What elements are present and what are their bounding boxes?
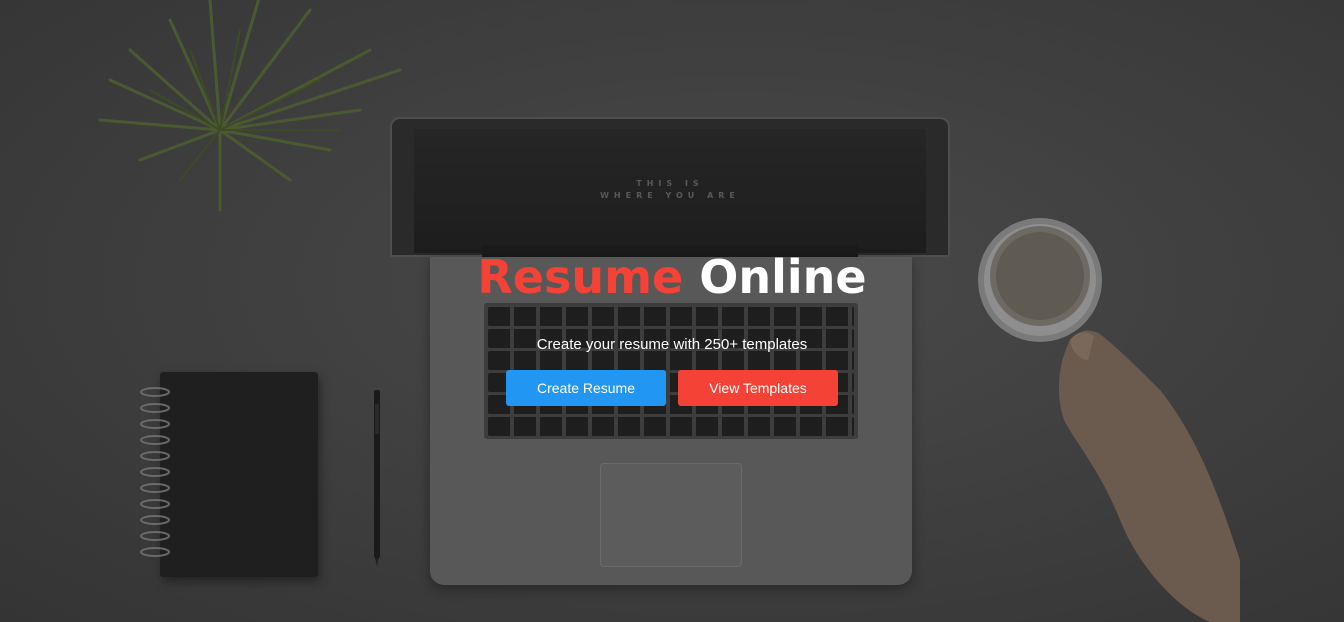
create-resume-button[interactable]: Create Resume bbox=[506, 370, 666, 406]
plant-illustration bbox=[98, 0, 402, 212]
view-templates-button[interactable]: View Templates bbox=[678, 370, 838, 406]
keyboard-row bbox=[488, 417, 854, 436]
title-accent-word: Resume bbox=[477, 250, 684, 304]
hero-section: THIS IS WHERE YOU ARE Resume Online Crea… bbox=[0, 0, 1344, 622]
notebook-rings-illustration bbox=[140, 387, 170, 557]
screen-line-1: THIS IS bbox=[636, 179, 704, 188]
hero-buttons: Create Resume View Templates bbox=[0, 370, 1344, 406]
screen-line-2: WHERE YOU ARE bbox=[600, 191, 740, 200]
page-title: Resume Online bbox=[0, 248, 1344, 306]
laptop-lid: THIS IS WHERE YOU ARE bbox=[390, 117, 950, 257]
hero-content: Resume Online Create your resume with 25… bbox=[0, 248, 1344, 406]
hero-subtitle: Create your resume with 250+ templates bbox=[536, 336, 808, 353]
laptop-screen: THIS IS WHERE YOU ARE bbox=[414, 129, 926, 253]
pen-illustration bbox=[374, 390, 380, 566]
trackpad-illustration bbox=[600, 463, 742, 567]
title-main-word: Online bbox=[699, 250, 867, 304]
